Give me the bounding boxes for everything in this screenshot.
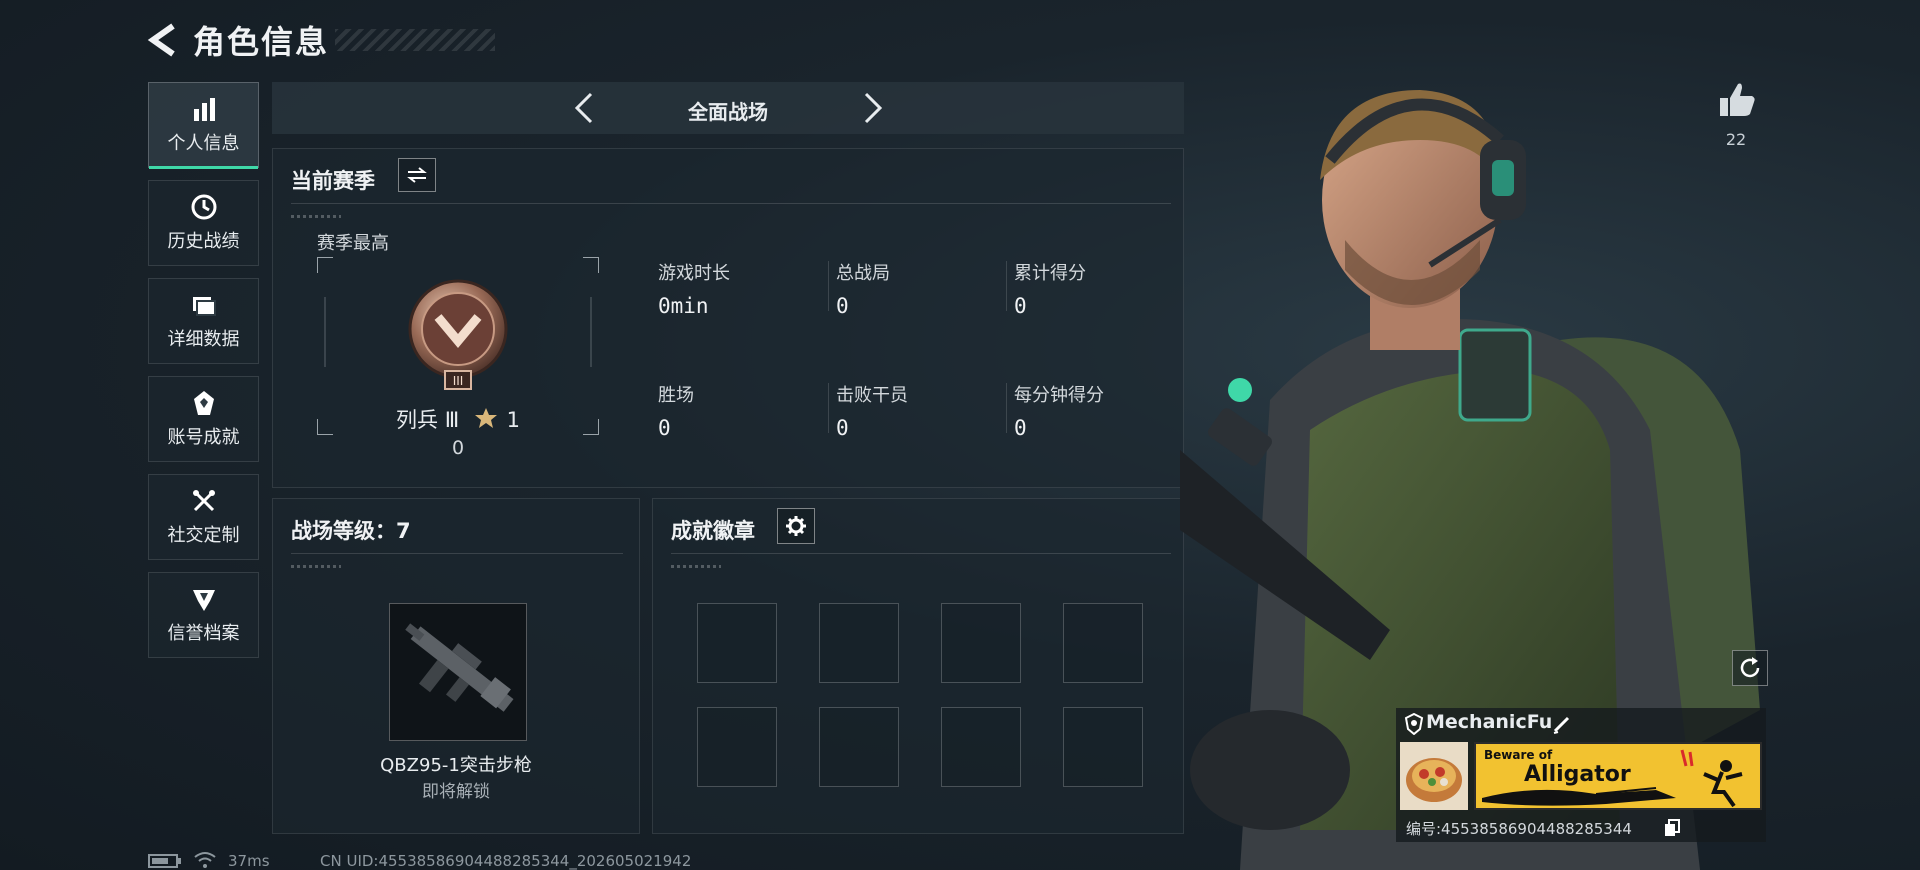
avatar-food-image xyxy=(1406,758,1462,802)
sidebar-item-label: 信誉档案 xyxy=(167,623,240,644)
badge-settings-button[interactable] xyxy=(777,508,815,544)
player-id: 编号:4553858690448828534​4 xyxy=(1406,820,1632,838)
decorative-mark xyxy=(671,565,721,568)
decorative-mark xyxy=(291,565,341,568)
season-title: 当前赛季 xyxy=(291,169,375,193)
edit-pencil-icon[interactable] xyxy=(1552,714,1572,734)
stat-label-wins: 胜场 xyxy=(658,385,694,406)
trophy-icon xyxy=(193,391,214,415)
rank-points: 0 xyxy=(451,437,465,459)
shield-icon xyxy=(1404,713,1424,735)
like-count: 22 xyxy=(1725,130,1747,149)
star-icon xyxy=(474,408,497,428)
achievement-badge-panel: 成就徽章 xyxy=(652,498,1184,834)
player-name: MechanicFu xyxy=(1426,711,1553,733)
stat-label-total-score: 累计得分 xyxy=(1014,263,1086,284)
nameplate-banner[interactable]: Beware of Alligator xyxy=(1474,742,1762,810)
battlefield-level-title: 战场等级：7 xyxy=(291,519,411,543)
stat-value-matches: 0 xyxy=(836,294,849,318)
section-divider xyxy=(291,203,1171,204)
badge-slot[interactable] xyxy=(1063,707,1143,787)
sidebar-item-details[interactable]: 详细数据 xyxy=(148,278,259,364)
rank-row: 列兵 Ⅲ 1 xyxy=(317,404,599,434)
stat-separator xyxy=(1006,261,1007,311)
stat-separator xyxy=(1006,383,1007,433)
season-best-label: 赛季最高 xyxy=(317,233,389,254)
stat-label-score-per-minute: 每分钟得分 xyxy=(1014,385,1104,406)
sidebar-item-label: 历史战绩 xyxy=(167,231,240,252)
rank-badge-icon: III xyxy=(408,279,508,390)
season-panel: 当前赛季 赛季最高 III 列兵 Ⅲ 1 0 游戏时长 0min 总战局 0 累… xyxy=(272,148,1184,488)
sidebar-item-history[interactable]: 历史战绩 xyxy=(148,180,259,266)
badge-slot[interactable] xyxy=(941,603,1021,683)
sidebar-item-achievements[interactable]: 账号成就 xyxy=(148,376,259,462)
stat-label-matches: 总战局 xyxy=(836,263,890,284)
badge-slot[interactable] xyxy=(819,603,899,683)
battery-icon xyxy=(148,854,181,868)
copy-icon[interactable] xyxy=(1664,819,1680,837)
stat-separator xyxy=(828,383,829,433)
decorative-mark xyxy=(291,215,341,218)
swap-icon xyxy=(407,167,427,183)
sidebar-item-reputation[interactable]: 信誉档案 xyxy=(148,572,259,658)
badge-slot[interactable] xyxy=(941,707,1021,787)
page-title: 角色信息 xyxy=(193,23,330,61)
player-card: MechanicFu Beware of Alligator 编号:455385… xyxy=(1396,708,1766,842)
svg-text:III: III xyxy=(453,374,464,388)
weapon-status: 即将解锁 xyxy=(422,782,490,802)
alligator-illustration xyxy=(1482,749,1743,808)
back-arrow-icon[interactable] xyxy=(145,20,179,60)
badge-slot[interactable] xyxy=(697,707,777,787)
thumbs-up-icon[interactable] xyxy=(1716,80,1756,120)
season-switch-button[interactable] xyxy=(398,158,436,192)
stat-value-wins: 0 xyxy=(658,416,671,440)
section-divider xyxy=(671,553,1171,554)
sidebar-item-label: 账号成就 xyxy=(167,427,240,448)
stat-label-kills: 击败干员 xyxy=(836,385,908,406)
bar-chart-icon xyxy=(193,98,215,121)
folder-icon xyxy=(192,297,216,316)
stat-value-kills: 0 xyxy=(836,416,849,440)
stat-value-playtime: 0min xyxy=(658,294,709,318)
sidebar-item-label: 社交定制 xyxy=(167,525,240,546)
badge-slot[interactable] xyxy=(819,707,899,787)
stat-separator xyxy=(828,261,829,311)
shield-emblem-icon xyxy=(192,590,215,611)
title-decoration xyxy=(335,29,496,51)
sidebar-item-social[interactable]: 社交定制 xyxy=(148,474,259,560)
uid-text: CN UID:4553858690448828534​4_20260502194… xyxy=(320,852,692,870)
page-header: 角色信息 xyxy=(145,18,496,62)
rank-stars: 1 xyxy=(506,408,520,432)
sidebar-item-label: 个人信息 xyxy=(167,133,240,154)
next-mode-arrow-icon[interactable] xyxy=(854,90,890,126)
weapon-preview[interactable] xyxy=(389,603,527,741)
mode-label: 全面战场 xyxy=(688,100,768,124)
sidebar-item-personal-info[interactable]: 个人信息 xyxy=(148,82,259,169)
stat-label-playtime: 游戏时长 xyxy=(658,263,730,284)
refresh-button[interactable] xyxy=(1732,650,1768,686)
gear-icon xyxy=(786,516,806,536)
badge-slot[interactable] xyxy=(697,603,777,683)
avatar[interactable] xyxy=(1400,742,1468,810)
battlefield-level-panel: 战场等级：7 QBZ95-1突击步枪 即将解锁 xyxy=(272,498,640,834)
sidebar-item-label: 详细数据 xyxy=(167,329,240,350)
wifi-icon xyxy=(194,852,216,868)
stat-value-total-score: 0 xyxy=(1014,294,1027,318)
section-divider xyxy=(291,553,623,554)
rank-name: 列兵 Ⅲ xyxy=(396,408,460,432)
mode-selector: 全面战场 xyxy=(272,82,1184,134)
assault-rifle-icon xyxy=(405,623,514,712)
badge-slot[interactable] xyxy=(1063,603,1143,683)
tools-icon xyxy=(192,490,215,512)
achievement-badge-title: 成就徽章 xyxy=(671,519,755,543)
weapon-name: QBZ95-1突击步枪 xyxy=(380,755,532,776)
ping-text: 37ms xyxy=(228,852,270,870)
clock-badge-icon xyxy=(191,194,216,220)
stat-value-score-per-minute: 0 xyxy=(1014,416,1027,440)
refresh-icon xyxy=(1740,657,1760,678)
